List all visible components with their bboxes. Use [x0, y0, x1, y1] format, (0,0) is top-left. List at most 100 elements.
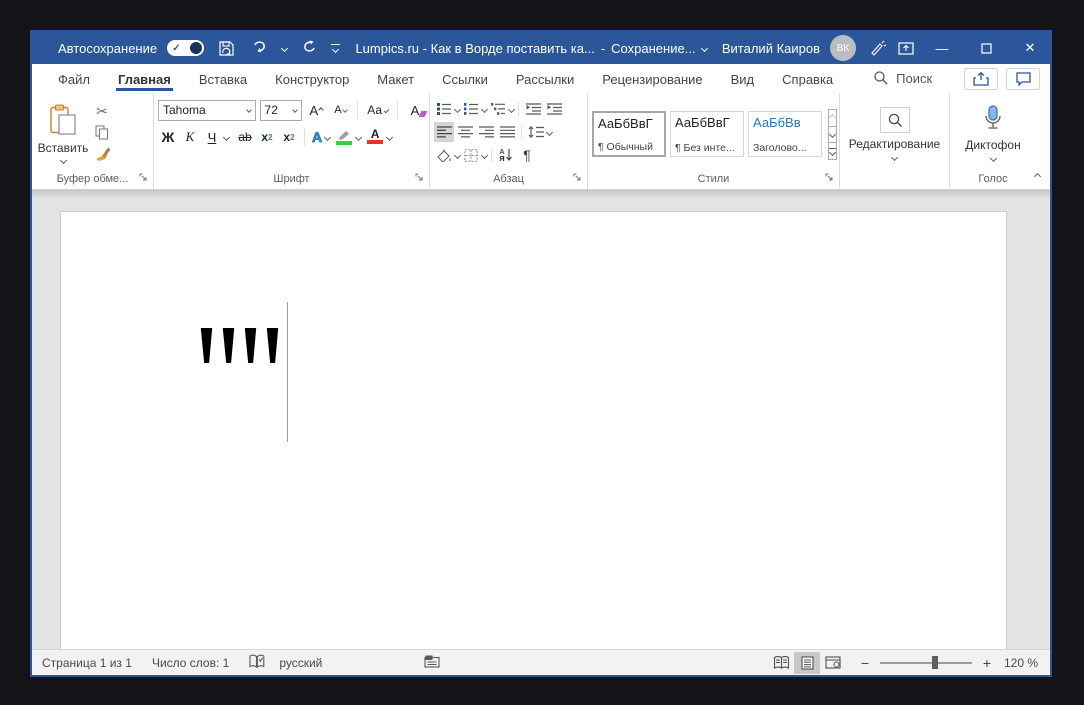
styles-more-button[interactable] — [828, 142, 837, 160]
keyboard-layout-icon[interactable] — [424, 655, 440, 671]
saving-status[interactable]: Сохранение... — [611, 41, 695, 56]
tab-главная[interactable]: Главная — [104, 67, 185, 91]
highlight-color-button[interactable] — [334, 127, 354, 147]
maximize-button[interactable] — [966, 32, 1006, 64]
save-icon[interactable] — [214, 36, 238, 60]
align-right-button[interactable] — [476, 122, 496, 142]
numbering-dropdown-icon[interactable] — [481, 105, 488, 112]
page-indicator[interactable]: Страница 1 из 1 — [42, 656, 132, 670]
zoom-level[interactable]: 120 % — [1004, 656, 1042, 670]
line-spacing-dropdown-icon[interactable] — [546, 128, 553, 135]
read-mode-button[interactable] — [768, 652, 794, 674]
underline-button[interactable]: Ч — [202, 127, 222, 147]
proofing-icon[interactable] — [249, 654, 265, 672]
font-dialog-launcher[interactable] — [415, 173, 424, 185]
font-family-combobox[interactable]: Tahoma — [158, 100, 256, 121]
multilevel-dropdown-icon[interactable] — [508, 105, 515, 112]
styles-scroll-down[interactable] — [828, 126, 837, 144]
tab-справка[interactable]: Справка — [768, 67, 847, 91]
undo-dropdown-icon[interactable] — [281, 44, 288, 51]
style-card[interactable]: АаБбВвГ¶ Без инте... — [670, 111, 744, 157]
word-count[interactable]: Число слов: 1 — [152, 656, 229, 670]
redo-button[interactable] — [297, 36, 321, 60]
style-card[interactable]: АаБбВвЗаголово... — [748, 111, 822, 157]
autosave-toggle[interactable]: ✓ — [167, 40, 204, 56]
font-size-combobox[interactable]: 72 — [260, 100, 303, 121]
paste-button[interactable]: Вставить — [36, 97, 90, 169]
font-color-button[interactable]: А — [365, 127, 385, 147]
align-left-button[interactable] — [434, 122, 454, 142]
close-button[interactable]: ✕ — [1010, 32, 1050, 64]
language-indicator[interactable]: русский — [279, 656, 322, 670]
styles-gallery: АаБбВвГ¶ ОбычныйАаБбВвГ¶ Без инте...АаБб… — [592, 111, 826, 157]
sort-button[interactable]: АЯ — [496, 145, 516, 165]
shading-dropdown-icon[interactable] — [454, 151, 461, 158]
justify-button[interactable] — [497, 122, 517, 142]
collapse-ribbon-button[interactable] — [1035, 166, 1040, 184]
cut-icon[interactable]: ✂ — [92, 101, 112, 121]
underline-dropdown-icon[interactable] — [223, 133, 230, 140]
dictate-button[interactable]: Диктофон — [957, 97, 1028, 169]
user-name[interactable]: Виталий Каиров — [722, 41, 820, 56]
tab-вставка[interactable]: Вставка — [185, 67, 261, 91]
bullets-dropdown-icon[interactable] — [454, 105, 461, 112]
tab-файл[interactable]: Файл — [44, 67, 104, 91]
title-dropdown-icon[interactable] — [700, 44, 707, 51]
format-painter-icon[interactable] — [92, 143, 112, 163]
tab-рецензирование[interactable]: Рецензирование — [588, 67, 716, 91]
bullets-button[interactable] — [434, 99, 454, 119]
superscript-button[interactable]: x2 — [279, 127, 299, 147]
borders-dropdown-icon[interactable] — [481, 151, 488, 158]
text-effects-button[interactable]: А — [310, 127, 332, 147]
borders-button[interactable] — [461, 145, 481, 165]
style-card[interactable]: АаБбВвГ¶ Обычный — [592, 111, 666, 157]
tab-конструктор[interactable]: Конструктор — [261, 67, 363, 91]
numbering-button[interactable] — [461, 99, 481, 119]
highlight-dropdown-icon[interactable] — [355, 133, 362, 140]
web-layout-button[interactable] — [820, 652, 846, 674]
tab-макет[interactable]: Макет — [363, 67, 428, 91]
minimize-button[interactable]: — — [922, 32, 962, 64]
font-group-label: Шрифт — [273, 173, 309, 185]
tab-вид[interactable]: Вид — [717, 67, 769, 91]
align-center-button[interactable] — [455, 122, 475, 142]
zoom-slider-handle[interactable] — [932, 656, 938, 669]
draw-pen-icon[interactable] — [866, 36, 890, 60]
italic-button[interactable]: К — [180, 127, 200, 147]
editing-menu-button[interactable]: Редактирование — [841, 97, 948, 169]
line-spacing-button[interactable] — [526, 122, 546, 142]
font-color-dropdown-icon[interactable] — [386, 133, 393, 140]
styles-scroll-up[interactable] — [828, 109, 837, 127]
print-layout-button[interactable] — [794, 652, 820, 674]
multilevel-list-button[interactable] — [488, 99, 508, 119]
avatar[interactable]: ВК — [830, 35, 856, 61]
grow-font-button[interactable]: А — [306, 100, 326, 120]
tab-ссылки[interactable]: Ссылки — [428, 67, 502, 91]
clipboard-dialog-launcher[interactable] — [139, 173, 148, 185]
share-button[interactable] — [964, 68, 998, 90]
decrease-indent-button[interactable] — [523, 99, 543, 119]
shrink-font-button[interactable]: А — [330, 100, 350, 120]
zoom-in-button[interactable]: + — [980, 655, 994, 671]
undo-button[interactable] — [248, 36, 272, 60]
comments-button[interactable] — [1006, 68, 1040, 90]
shading-button[interactable] — [434, 145, 454, 165]
ribbon-display-options-icon[interactable] — [894, 36, 918, 60]
change-case-button[interactable]: Аа — [365, 100, 390, 120]
paragraph-dialog-launcher[interactable] — [573, 173, 582, 185]
quote-mark-glyph — [200, 328, 213, 363]
search-box[interactable]: Поиск — [873, 70, 932, 88]
subscript-button[interactable]: x2 — [257, 127, 277, 147]
show-paragraph-marks-button[interactable]: ¶ — [517, 145, 537, 165]
quick-access-customize-icon[interactable] — [331, 44, 340, 52]
strikethrough-button[interactable]: ab — [235, 127, 255, 147]
zoom-out-button[interactable]: − — [858, 655, 872, 671]
copy-icon[interactable] — [92, 122, 112, 142]
tab-рассылки[interactable]: Рассылки — [502, 67, 588, 91]
document-page[interactable] — [60, 211, 1007, 649]
clear-formatting-button[interactable]: А — [405, 100, 425, 120]
increase-indent-button[interactable] — [544, 99, 564, 119]
zoom-slider[interactable] — [880, 662, 972, 664]
bold-button[interactable]: Ж — [158, 127, 178, 147]
styles-dialog-launcher[interactable] — [825, 173, 834, 185]
